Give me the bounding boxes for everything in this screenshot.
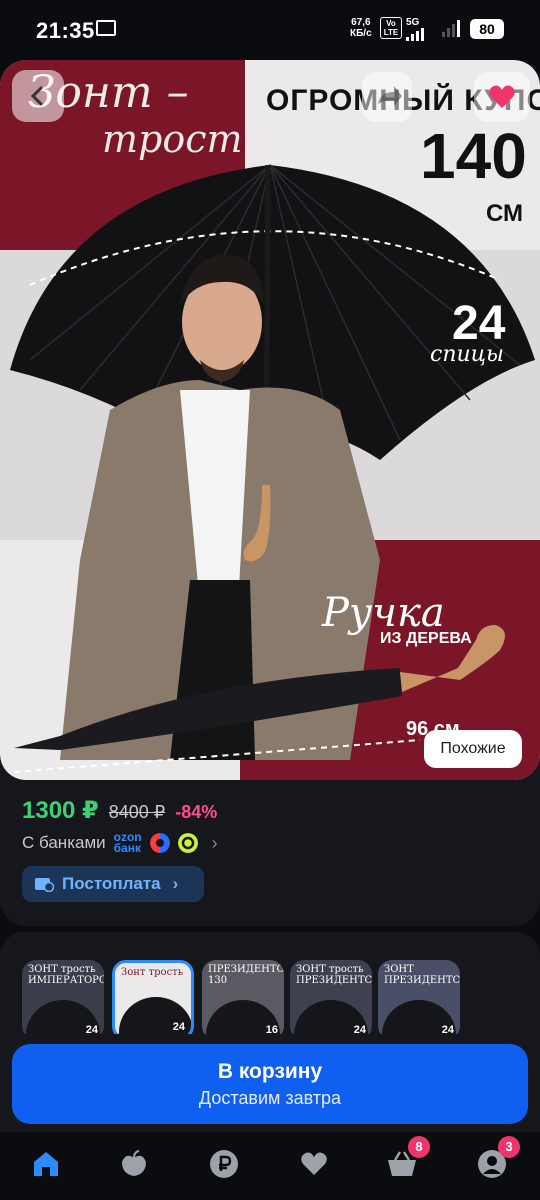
volte-bottom: LTE	[383, 28, 399, 37]
signal-icon-1	[406, 28, 424, 41]
price-old: 8400 ₽	[108, 802, 166, 822]
thumbnail-title: ПРЕЗИДЕНТСКИЙ 130	[208, 964, 284, 986]
network-type: 5G	[406, 17, 420, 28]
apple-icon	[122, 1150, 146, 1176]
status-bar: 21:35 67,6 КБ/с Vo LTE 5G 80	[0, 0, 540, 60]
discount-badge: -84%	[175, 802, 218, 822]
bottom-nav: 8 3	[0, 1132, 540, 1200]
thumbnail-title: ЗОНТ трость ИМПЕРАТОРСКИЙ	[28, 964, 104, 986]
nav-favorites[interactable]	[296, 1146, 332, 1182]
volte-icon: Vo LTE	[380, 17, 402, 39]
ruble-icon	[210, 1150, 238, 1178]
net-speed-unit: КБ/с	[350, 28, 372, 39]
back-button[interactable]	[12, 70, 64, 122]
signal-icon-2	[442, 20, 460, 37]
thumbnail-title: ЗОНТ ПРЕЗИДЕНТСКИЙ	[384, 964, 460, 986]
mail-icon	[96, 20, 116, 36]
chevron-right-icon: ›	[211, 832, 218, 853]
favorite-button[interactable]	[474, 72, 530, 122]
nav-profile[interactable]: 3	[474, 1136, 520, 1182]
nav-finance[interactable]	[206, 1146, 242, 1182]
postpay-label: Постоплата	[62, 874, 161, 893]
thumbnail-title: ЗОНТ трость ПРЕЗИДЕНТСКИЙ	[296, 964, 372, 986]
chevron-left-icon	[30, 86, 43, 106]
partner-bank-logo-icon	[149, 833, 170, 853]
delivery-label: Доставим завтра	[198, 1087, 342, 1108]
heart-icon	[301, 1152, 327, 1175]
thumbnail-2-selected[interactable]: Зонт трость 24	[112, 960, 194, 1040]
cashback-bank-logo-icon	[177, 833, 198, 853]
promo-title-line2: трость	[102, 117, 264, 161]
volte-top: Vo	[386, 19, 396, 28]
share-button[interactable]	[362, 72, 412, 122]
thumbnail-title: Зонт трость	[121, 967, 184, 978]
thumbnail-5[interactable]: ЗОНТ ПРЕЗИДЕНТСКИЙ 24	[378, 960, 460, 1040]
nav-fresh[interactable]	[116, 1146, 152, 1182]
nav-home[interactable]	[28, 1146, 64, 1182]
promo-diameter: 140	[420, 120, 527, 192]
bank-offer-label: С банками	[22, 833, 106, 852]
chevron-right-icon: ›	[172, 874, 179, 893]
price-row: 1300 ₽ 8400 ₽ -84%	[22, 796, 217, 825]
ozon-bank-logo-line2: банк	[113, 841, 141, 855]
product-card: Зонт – трость ОГРОМНЫЙ КУПОЛ 140 СМ 24 с…	[0, 60, 540, 926]
nav-cart[interactable]: 8	[384, 1136, 430, 1182]
promo-handle-sub: ИЗ ДЕРЕВА	[380, 630, 472, 647]
ozon-bank-logo: ozon банк	[113, 831, 142, 855]
add-to-cart-button[interactable]: В корзину Доставим завтра	[12, 1044, 528, 1124]
product-gallery[interactable]: Зонт – трость ОГРОМНЫЙ КУПОЛ 140 СМ 24 с…	[0, 60, 540, 780]
thumbnail-number: 24	[172, 1021, 185, 1033]
home-icon	[34, 1152, 58, 1176]
cart-count-badge: 8	[408, 1136, 430, 1158]
price-current: 1300 ₽	[22, 797, 99, 824]
heart-icon	[489, 85, 515, 108]
thumbnail-1[interactable]: ЗОНТ трость ИМПЕРАТОРСКИЙ 24	[22, 960, 104, 1040]
promo-spokes-label: спицы	[430, 342, 504, 367]
postpay-button[interactable]: Постоплата ›	[22, 866, 204, 902]
profile-notification-badge: 3	[498, 1136, 520, 1158]
add-to-cart-label: В корзину	[217, 1059, 323, 1083]
thumbnail-3[interactable]: ПРЕЗИДЕНТСКИЙ 130 16	[202, 960, 284, 1040]
promo-diameter-unit: СМ	[486, 200, 524, 227]
wallet-clock-icon	[35, 878, 54, 892]
battery-icon: 80	[470, 19, 504, 39]
similar-button[interactable]: Похожие	[424, 730, 522, 768]
status-time: 21:35	[36, 18, 95, 43]
share-icon	[378, 86, 402, 106]
net-speed: 67,6 КБ/с	[350, 17, 372, 39]
net-speed-value: 67,6	[351, 17, 371, 28]
thumbnail-4[interactable]: ЗОНТ трость ПРЕЗИДЕНТСКИЙ 24	[290, 960, 372, 1040]
bank-offer-row[interactable]: С банками ozon банк ›	[22, 831, 218, 855]
